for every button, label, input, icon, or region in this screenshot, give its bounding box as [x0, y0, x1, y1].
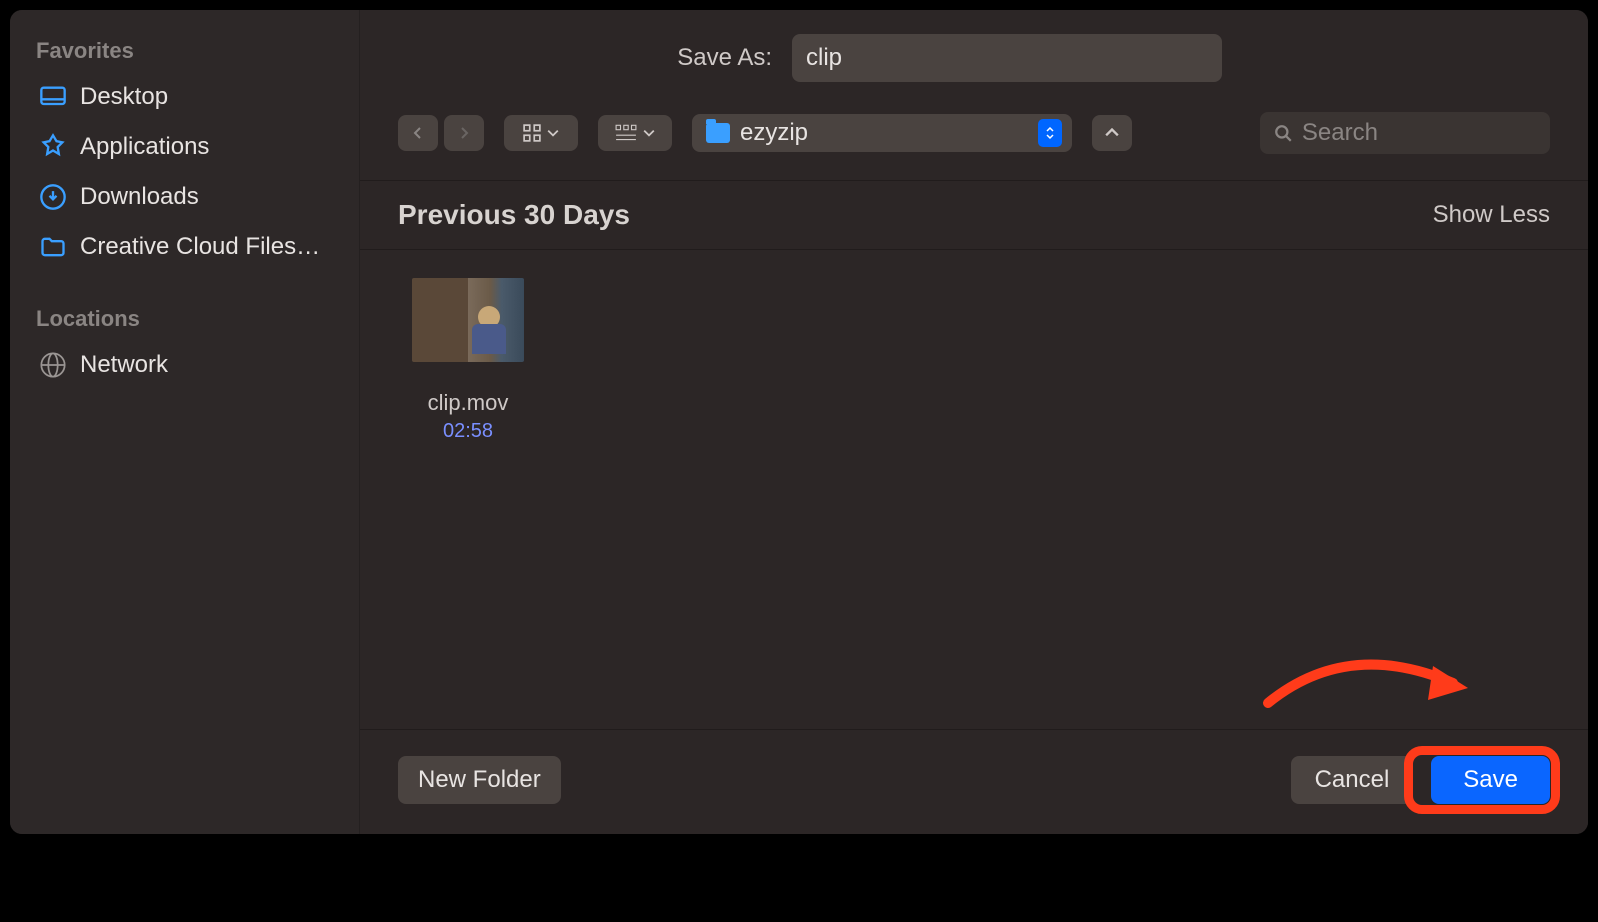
save-as-row: Save As:: [360, 10, 1588, 94]
sidebar-item-label: Creative Cloud Files…: [80, 233, 320, 261]
sidebar: Favorites Desktop Applications Downloads…: [10, 10, 360, 834]
search-icon: [1274, 123, 1292, 143]
forward-button[interactable]: [444, 115, 484, 151]
search-input[interactable]: [1302, 119, 1536, 147]
updown-icon: [1038, 119, 1062, 147]
chevron-down-icon: [643, 129, 655, 137]
sidebar-item-label: Applications: [80, 133, 209, 161]
new-folder-button[interactable]: New Folder: [398, 756, 561, 804]
back-button[interactable]: [398, 115, 438, 151]
section-header: Previous 30 Days Show Less: [360, 181, 1588, 249]
favorites-heading: Favorites: [10, 30, 359, 72]
group-button[interactable]: [598, 115, 672, 151]
cancel-button[interactable]: Cancel: [1291, 756, 1414, 804]
show-less-button[interactable]: Show Less: [1433, 201, 1550, 229]
sidebar-item-label: Downloads: [80, 183, 199, 211]
chevron-right-icon: [456, 125, 472, 141]
toolbar: ezyzip: [360, 94, 1588, 180]
file-grid: clip.mov 02:58: [360, 250, 1588, 729]
locations-heading: Locations: [10, 298, 359, 340]
chevron-left-icon: [410, 125, 426, 141]
folder-icon: [706, 123, 730, 143]
group-icon: [615, 124, 637, 142]
sidebar-item-network[interactable]: Network: [10, 340, 359, 390]
sidebar-item-label: Network: [80, 351, 168, 379]
current-folder-name: ezyzip: [740, 119, 1028, 147]
main-panel: Save As: ezy: [360, 10, 1588, 834]
chevron-down-icon: [547, 129, 559, 137]
collapse-button[interactable]: [1092, 115, 1132, 151]
downloads-icon: [38, 182, 68, 212]
file-item[interactable]: clip.mov 02:58: [398, 278, 538, 443]
view-grid-button[interactable]: [504, 115, 578, 151]
save-button[interactable]: Save: [1431, 756, 1550, 804]
folder-icon: [38, 232, 68, 262]
sidebar-item-creative-cloud[interactable]: Creative Cloud Files…: [10, 222, 359, 272]
section-title: Previous 30 Days: [398, 199, 630, 231]
applications-icon: [38, 132, 68, 162]
search-field[interactable]: [1260, 112, 1550, 154]
network-icon: [38, 350, 68, 380]
grid-icon: [523, 124, 541, 142]
save-dialog: Favorites Desktop Applications Downloads…: [10, 10, 1588, 834]
bottom-bar: New Folder Cancel Save: [360, 729, 1588, 834]
save-as-input[interactable]: [792, 34, 1222, 82]
save-as-label: Save As:: [677, 44, 772, 72]
sidebar-item-label: Desktop: [80, 83, 168, 111]
sidebar-item-desktop[interactable]: Desktop: [10, 72, 359, 122]
sidebar-item-applications[interactable]: Applications: [10, 122, 359, 172]
chevron-up-icon: [1105, 128, 1119, 138]
sidebar-item-downloads[interactable]: Downloads: [10, 172, 359, 222]
folder-dropdown[interactable]: ezyzip: [692, 114, 1072, 152]
file-thumbnail: [412, 278, 524, 362]
desktop-icon: [38, 82, 68, 112]
file-duration: 02:58: [443, 420, 493, 443]
file-name: clip.mov: [428, 390, 509, 416]
